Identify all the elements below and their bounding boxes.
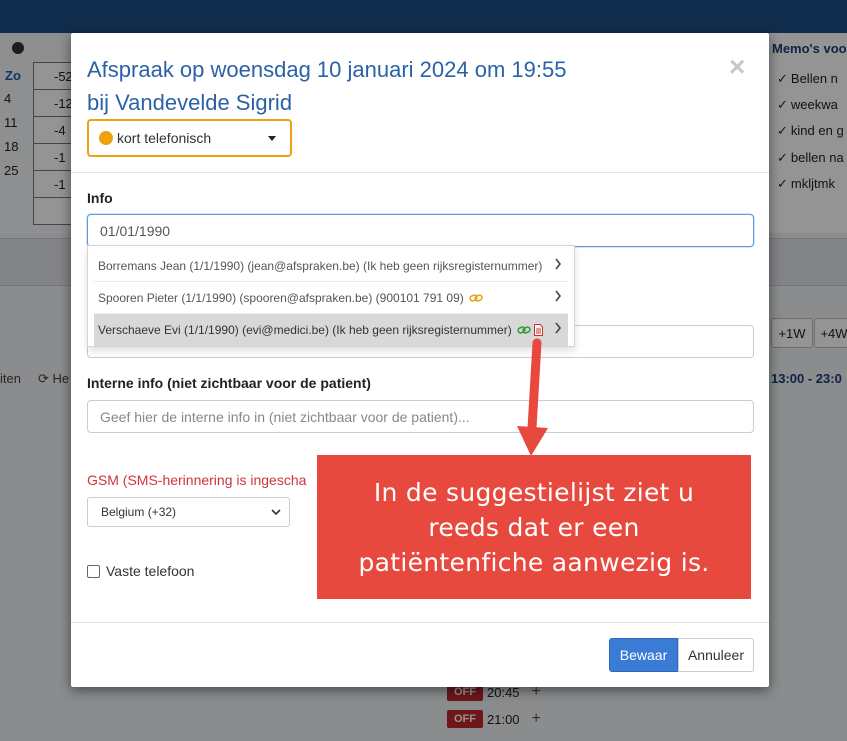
annotation-callout: In de suggestielijst ziet u reeds dat er… (317, 455, 751, 599)
annotation-arrow (517, 338, 548, 456)
